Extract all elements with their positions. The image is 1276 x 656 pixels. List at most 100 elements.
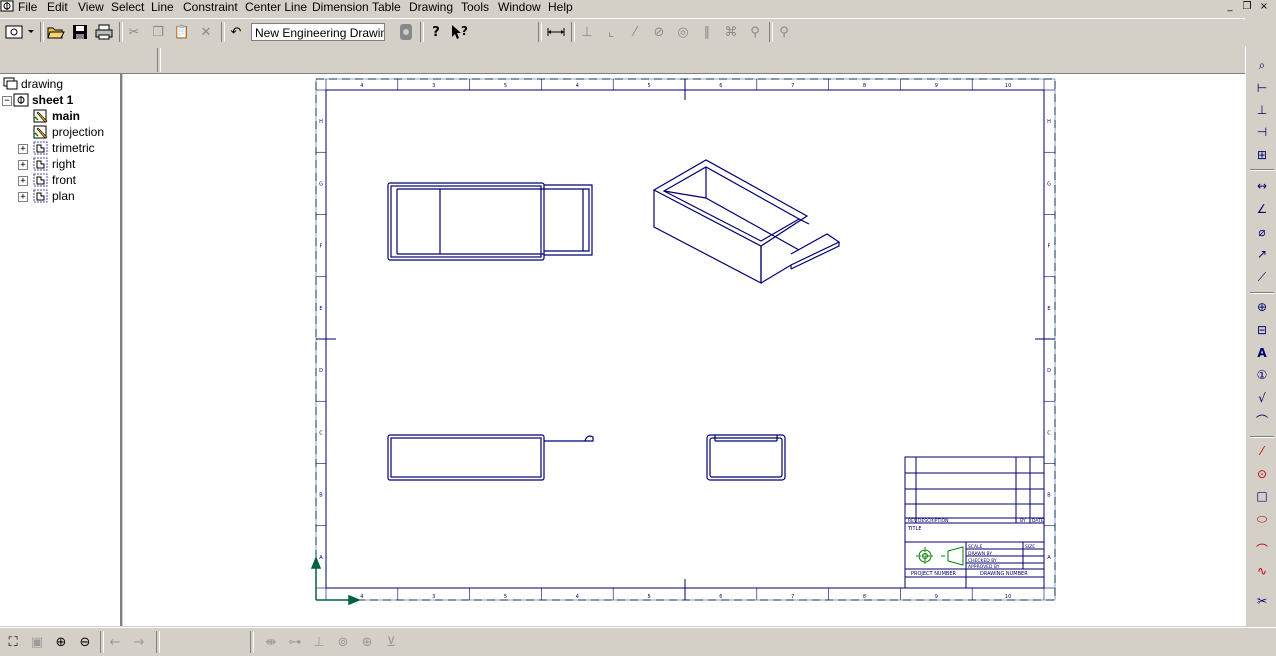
drawing-sheet-svg[interactable]: 4 4 3 3 5 5 4 4 5 5 6 6 7 7 8 8 9 9 10 10 H H G G F F E E D D C C B B A A xyxy=(123,74,1245,626)
angular-dimension-icon[interactable]: ∠ xyxy=(1252,200,1272,218)
menu-help[interactable]: Help xyxy=(548,0,573,15)
angle-constraint-icon[interactable]: ⁄ xyxy=(624,22,646,42)
tree-item-projection[interactable]: projection xyxy=(33,124,104,140)
menu-edit[interactable]: Edit xyxy=(47,0,68,15)
datum-target-icon[interactable]: ⊟ xyxy=(1252,321,1272,339)
rectangle-tool-icon[interactable]: □ xyxy=(1252,487,1272,505)
radius-dimension-icon[interactable]: ↗ xyxy=(1252,245,1272,263)
paste-icon[interactable]: 📋 xyxy=(171,22,193,42)
snap-endpoint-icon[interactable]: ⇼ xyxy=(261,632,281,652)
drawing-canvas[interactable]: 4 4 3 3 5 5 4 4 5 5 6 6 7 7 8 8 9 9 10 10 H H G G F F E E D D C C B B A A xyxy=(123,74,1245,626)
zone-row-label: B xyxy=(319,493,323,499)
copy-icon[interactable]: ❐ xyxy=(147,22,169,42)
trimetric-view[interactable] xyxy=(652,159,841,284)
menu-constraint[interactable]: Constraint xyxy=(183,0,238,15)
balloon-tool-icon[interactable]: ① xyxy=(1252,366,1272,384)
tb-checked-by: CHECKED BY xyxy=(968,558,997,564)
linear-dimension-icon[interactable]: ↔ xyxy=(1252,177,1272,195)
tree-sheet[interactable]: sheet 1 xyxy=(13,92,73,108)
tree-expand-button[interactable]: + xyxy=(18,144,28,154)
context-help-icon[interactable]: ? xyxy=(449,22,471,42)
document-name-field[interactable]: New Engineering Drawing xyxy=(251,23,385,41)
open-icon[interactable] xyxy=(45,22,67,42)
select-zoom-tool-icon[interactable]: ⌕ xyxy=(1252,56,1272,74)
save-icon[interactable] xyxy=(69,22,91,42)
chain-dimension-icon[interactable]: ⊞ xyxy=(1252,146,1272,164)
zoom-out-icon[interactable]: ⊖ xyxy=(75,632,95,652)
symmetric-constraint-icon[interactable]: ⌘ xyxy=(720,22,742,42)
vertical-dimension-icon[interactable]: ⊥ xyxy=(1252,101,1272,119)
snap-tangent-icon[interactable]: ⊻ xyxy=(381,632,401,652)
menu-file[interactable]: File xyxy=(18,0,37,15)
zoom-fit-icon[interactable]: ⛶ xyxy=(3,632,23,652)
surface-finish-icon[interactable]: √ xyxy=(1252,389,1272,407)
snap-perpendicular-icon[interactable]: ⊥ xyxy=(309,632,329,652)
coincident-constraint-icon[interactable]: ⚲ xyxy=(744,22,766,42)
text-tool-icon[interactable]: A xyxy=(1252,344,1272,362)
baseline-dimension-icon[interactable]: ⊣ xyxy=(1252,123,1272,141)
snap-center-icon[interactable]: ⊚ xyxy=(333,632,353,652)
restore-button[interactable]: ❐ xyxy=(1239,1,1255,13)
menu-table[interactable]: Table xyxy=(372,0,401,15)
zone-row-label: G xyxy=(1047,181,1051,187)
concentric-constraint-icon[interactable]: ◎ xyxy=(672,22,694,42)
undo-icon[interactable]: ↶ xyxy=(225,22,247,42)
tree-expand-button[interactable]: + xyxy=(18,176,28,186)
right-view[interactable] xyxy=(706,434,786,481)
tree-expand-button[interactable]: + xyxy=(18,160,28,170)
plan-view[interactable] xyxy=(387,182,593,261)
tree-root[interactable]: drawing xyxy=(2,76,63,92)
view-frame-icon xyxy=(33,173,48,187)
view-frame-icon xyxy=(33,157,48,171)
close-window-button[interactable]: × xyxy=(1256,1,1272,13)
sheet-collapse-button[interactable]: − xyxy=(2,96,12,106)
zoom-window-icon[interactable]: ▣ xyxy=(27,632,47,652)
tree-expand-button[interactable]: + xyxy=(18,192,28,202)
tree-item-right[interactable]: right xyxy=(33,156,75,172)
print-icon[interactable] xyxy=(93,22,115,42)
menu-dimension[interactable]: Dimension xyxy=(312,0,369,15)
menu-line[interactable]: Line xyxy=(151,0,174,15)
next-view-icon[interactable]: → xyxy=(129,632,149,652)
menu-center-line[interactable]: Center Line xyxy=(245,0,307,15)
diameter-dimension-icon[interactable]: ⌀ xyxy=(1252,223,1272,241)
app-icon[interactable] xyxy=(0,0,14,13)
chamfer-dimension-icon[interactable]: ⟋ xyxy=(1252,268,1272,286)
menu-select[interactable]: Select xyxy=(111,0,144,15)
ellipse-tool-icon[interactable]: ⬭ xyxy=(1252,510,1272,528)
circle-tool-icon[interactable]: ⊙ xyxy=(1252,465,1272,483)
vertical-constraint-icon[interactable]: ⌞ xyxy=(600,22,622,42)
tree-item-main[interactable]: main xyxy=(33,108,80,124)
menu-tools[interactable]: Tools xyxy=(461,0,489,15)
trim-tool-icon[interactable]: ✂ xyxy=(1252,592,1272,610)
front-view[interactable] xyxy=(387,434,594,481)
help-icon[interactable]: ? xyxy=(425,22,447,42)
tree-item-front[interactable]: front xyxy=(33,172,76,188)
line-tool-icon[interactable]: ⁄ xyxy=(1252,442,1272,460)
snap-midpoint-icon[interactable]: ⊶ xyxy=(285,632,305,652)
parallel-constraint-icon[interactable]: ∥ xyxy=(696,22,718,42)
horizontal-dimension-icon[interactable]: ⊢ xyxy=(1252,79,1272,97)
document-options-icon[interactable] xyxy=(395,22,417,42)
menu-view[interactable]: View xyxy=(78,0,104,15)
snap-intersection-icon[interactable]: ⊕ xyxy=(357,632,377,652)
cut-icon[interactable]: ✂ xyxy=(123,22,145,42)
spline-tool-icon[interactable]: ∿ xyxy=(1252,562,1272,580)
menu-window[interactable]: Window xyxy=(498,0,541,15)
arc-tool-icon[interactable]: ⌒ xyxy=(1252,540,1272,558)
datum-feature-icon[interactable]: ⊕ xyxy=(1252,298,1272,316)
sheet-dropdown-button[interactable] xyxy=(2,22,36,42)
previous-view-icon[interactable]: ← xyxy=(105,632,125,652)
zoom-search-icon[interactable]: ⚲ xyxy=(773,22,795,42)
tree-item-plan[interactable]: plan xyxy=(33,188,75,204)
menu-drawing[interactable]: Drawing xyxy=(409,0,453,15)
delete-icon[interactable]: ✕ xyxy=(195,22,217,42)
dimension-tool-icon[interactable] xyxy=(545,22,567,42)
tangent-constraint-icon[interactable]: ⊘ xyxy=(648,22,670,42)
zoom-in-icon[interactable]: ⊕ xyxy=(51,632,71,652)
tree-item-trimetric[interactable]: trimetric xyxy=(33,140,95,156)
horizontal-constraint-icon[interactable]: ⊥ xyxy=(576,22,598,42)
zone-column-label: 6 xyxy=(719,594,722,600)
weld-symbol-icon[interactable]: ⌒ xyxy=(1252,411,1272,429)
minimize-button[interactable]: _ xyxy=(1222,1,1238,13)
